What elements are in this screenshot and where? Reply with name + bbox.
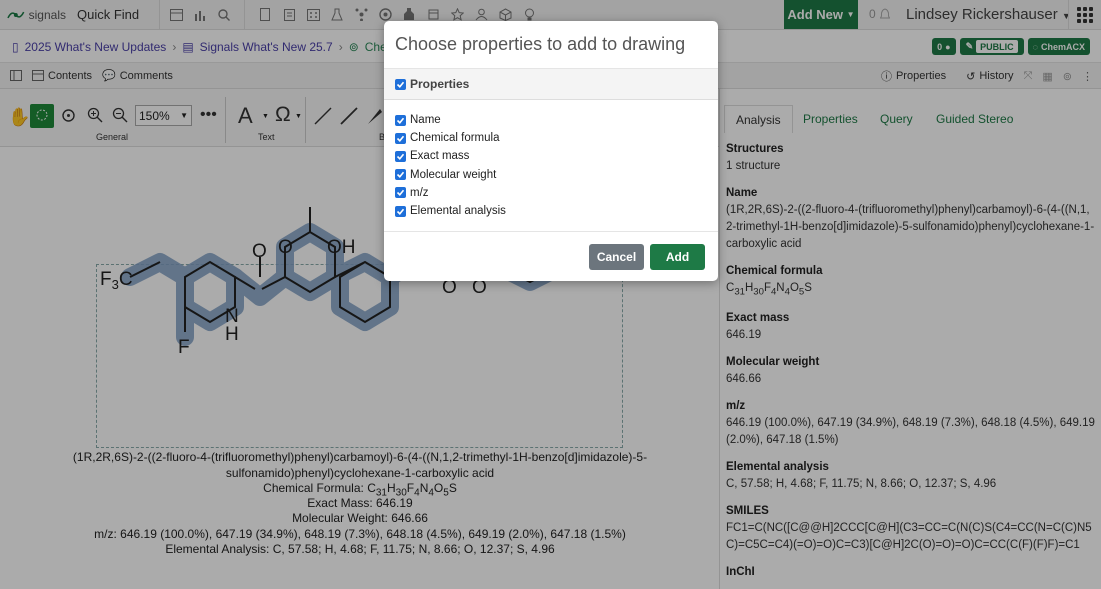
add-button[interactable]: Add	[650, 244, 705, 270]
option-chemical-formula[interactable]: Chemical formula	[395, 129, 718, 147]
checkbox-checked-icon[interactable]	[395, 150, 406, 162]
checkbox-checked-icon[interactable]	[395, 187, 406, 199]
dialog-title: Choose properties to add to drawing	[384, 21, 718, 69]
select-all-properties[interactable]: Properties	[384, 69, 718, 100]
option-name[interactable]: Name	[395, 111, 718, 129]
cancel-button[interactable]: Cancel	[589, 244, 644, 270]
option-label: m/z	[410, 186, 429, 199]
option-elemental-analysis[interactable]: Elemental analysis	[395, 202, 718, 220]
checkbox-checked-icon[interactable]	[395, 205, 406, 217]
option-label: Elemental analysis	[410, 205, 506, 218]
checkbox-checked-icon[interactable]	[395, 169, 406, 181]
option-exact-mass[interactable]: Exact mass	[395, 147, 718, 165]
option-label: Name	[410, 114, 441, 127]
checkbox-checked-icon[interactable]	[395, 114, 406, 126]
app: signals Quick Find Add New ▼ 0 Lindsey R…	[0, 0, 1101, 589]
checkbox-checked-icon[interactable]	[395, 132, 406, 144]
option-label: Exact mass	[410, 150, 470, 163]
checkbox-checked-icon[interactable]	[395, 78, 406, 90]
choose-properties-dialog: Choose properties to add to drawing Prop…	[384, 21, 718, 281]
option-mz[interactable]: m/z	[395, 184, 718, 202]
option-label: Chemical formula	[410, 132, 500, 145]
option-molecular-weight[interactable]: Molecular weight	[395, 166, 718, 184]
property-options: Name Chemical formula Exact mass Molecul…	[384, 100, 718, 220]
dialog-footer: Cancel Add	[384, 231, 718, 281]
properties-header-label: Properties	[410, 77, 470, 91]
option-label: Molecular weight	[410, 168, 497, 181]
